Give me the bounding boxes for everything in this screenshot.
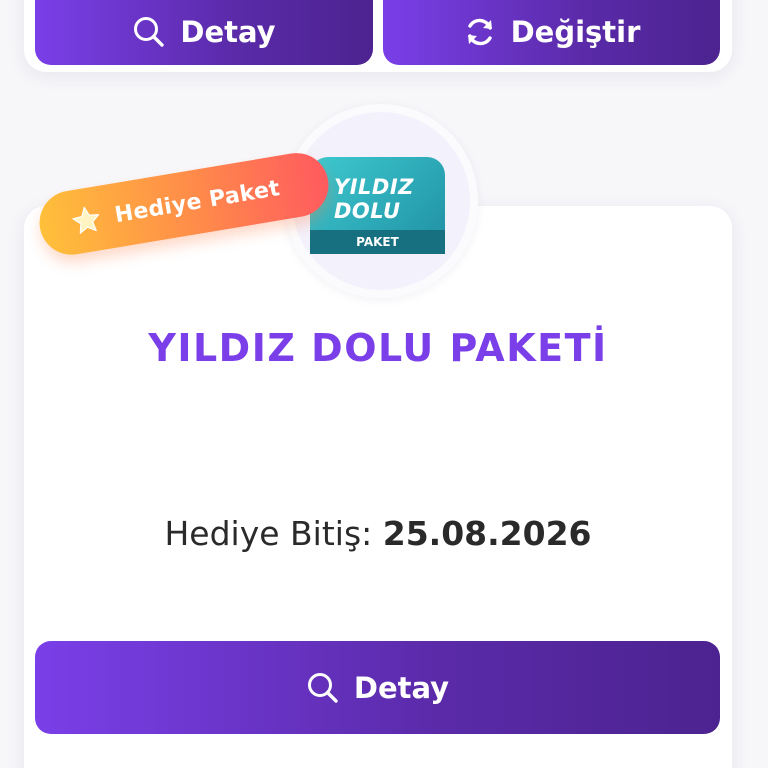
star-icon [69, 203, 104, 238]
package-title: YILDIZ DOLU PAKETİ [148, 326, 608, 370]
detay-button-label: Detay [353, 670, 450, 705]
detay-button-top[interactable]: Detay [35, 0, 373, 65]
logo-strip-text: PAKET [310, 230, 445, 254]
refresh-icon [463, 15, 497, 49]
gift-expiry: Hediye Bitiş: 25.08.2026 [24, 514, 732, 553]
detay-button-top-label: Detay [180, 14, 276, 49]
logo-text-line2: DOLU [334, 199, 401, 223]
degistir-button[interactable]: Değiştir [383, 0, 720, 65]
search-icon [132, 15, 166, 49]
degistir-button-label: Değiştir [510, 14, 641, 49]
expiry-label: Hediye Bitiş: [164, 514, 373, 553]
search-icon [306, 671, 340, 705]
detay-button[interactable]: Detay [35, 641, 720, 734]
logo-text-line1: YILDIZ [334, 175, 414, 199]
package-logo: YILDIZ DOLU PAKET [310, 157, 445, 254]
expiry-date: 25.08.2026 [382, 514, 592, 553]
ribbon-label: Hediye Paket [112, 175, 282, 228]
